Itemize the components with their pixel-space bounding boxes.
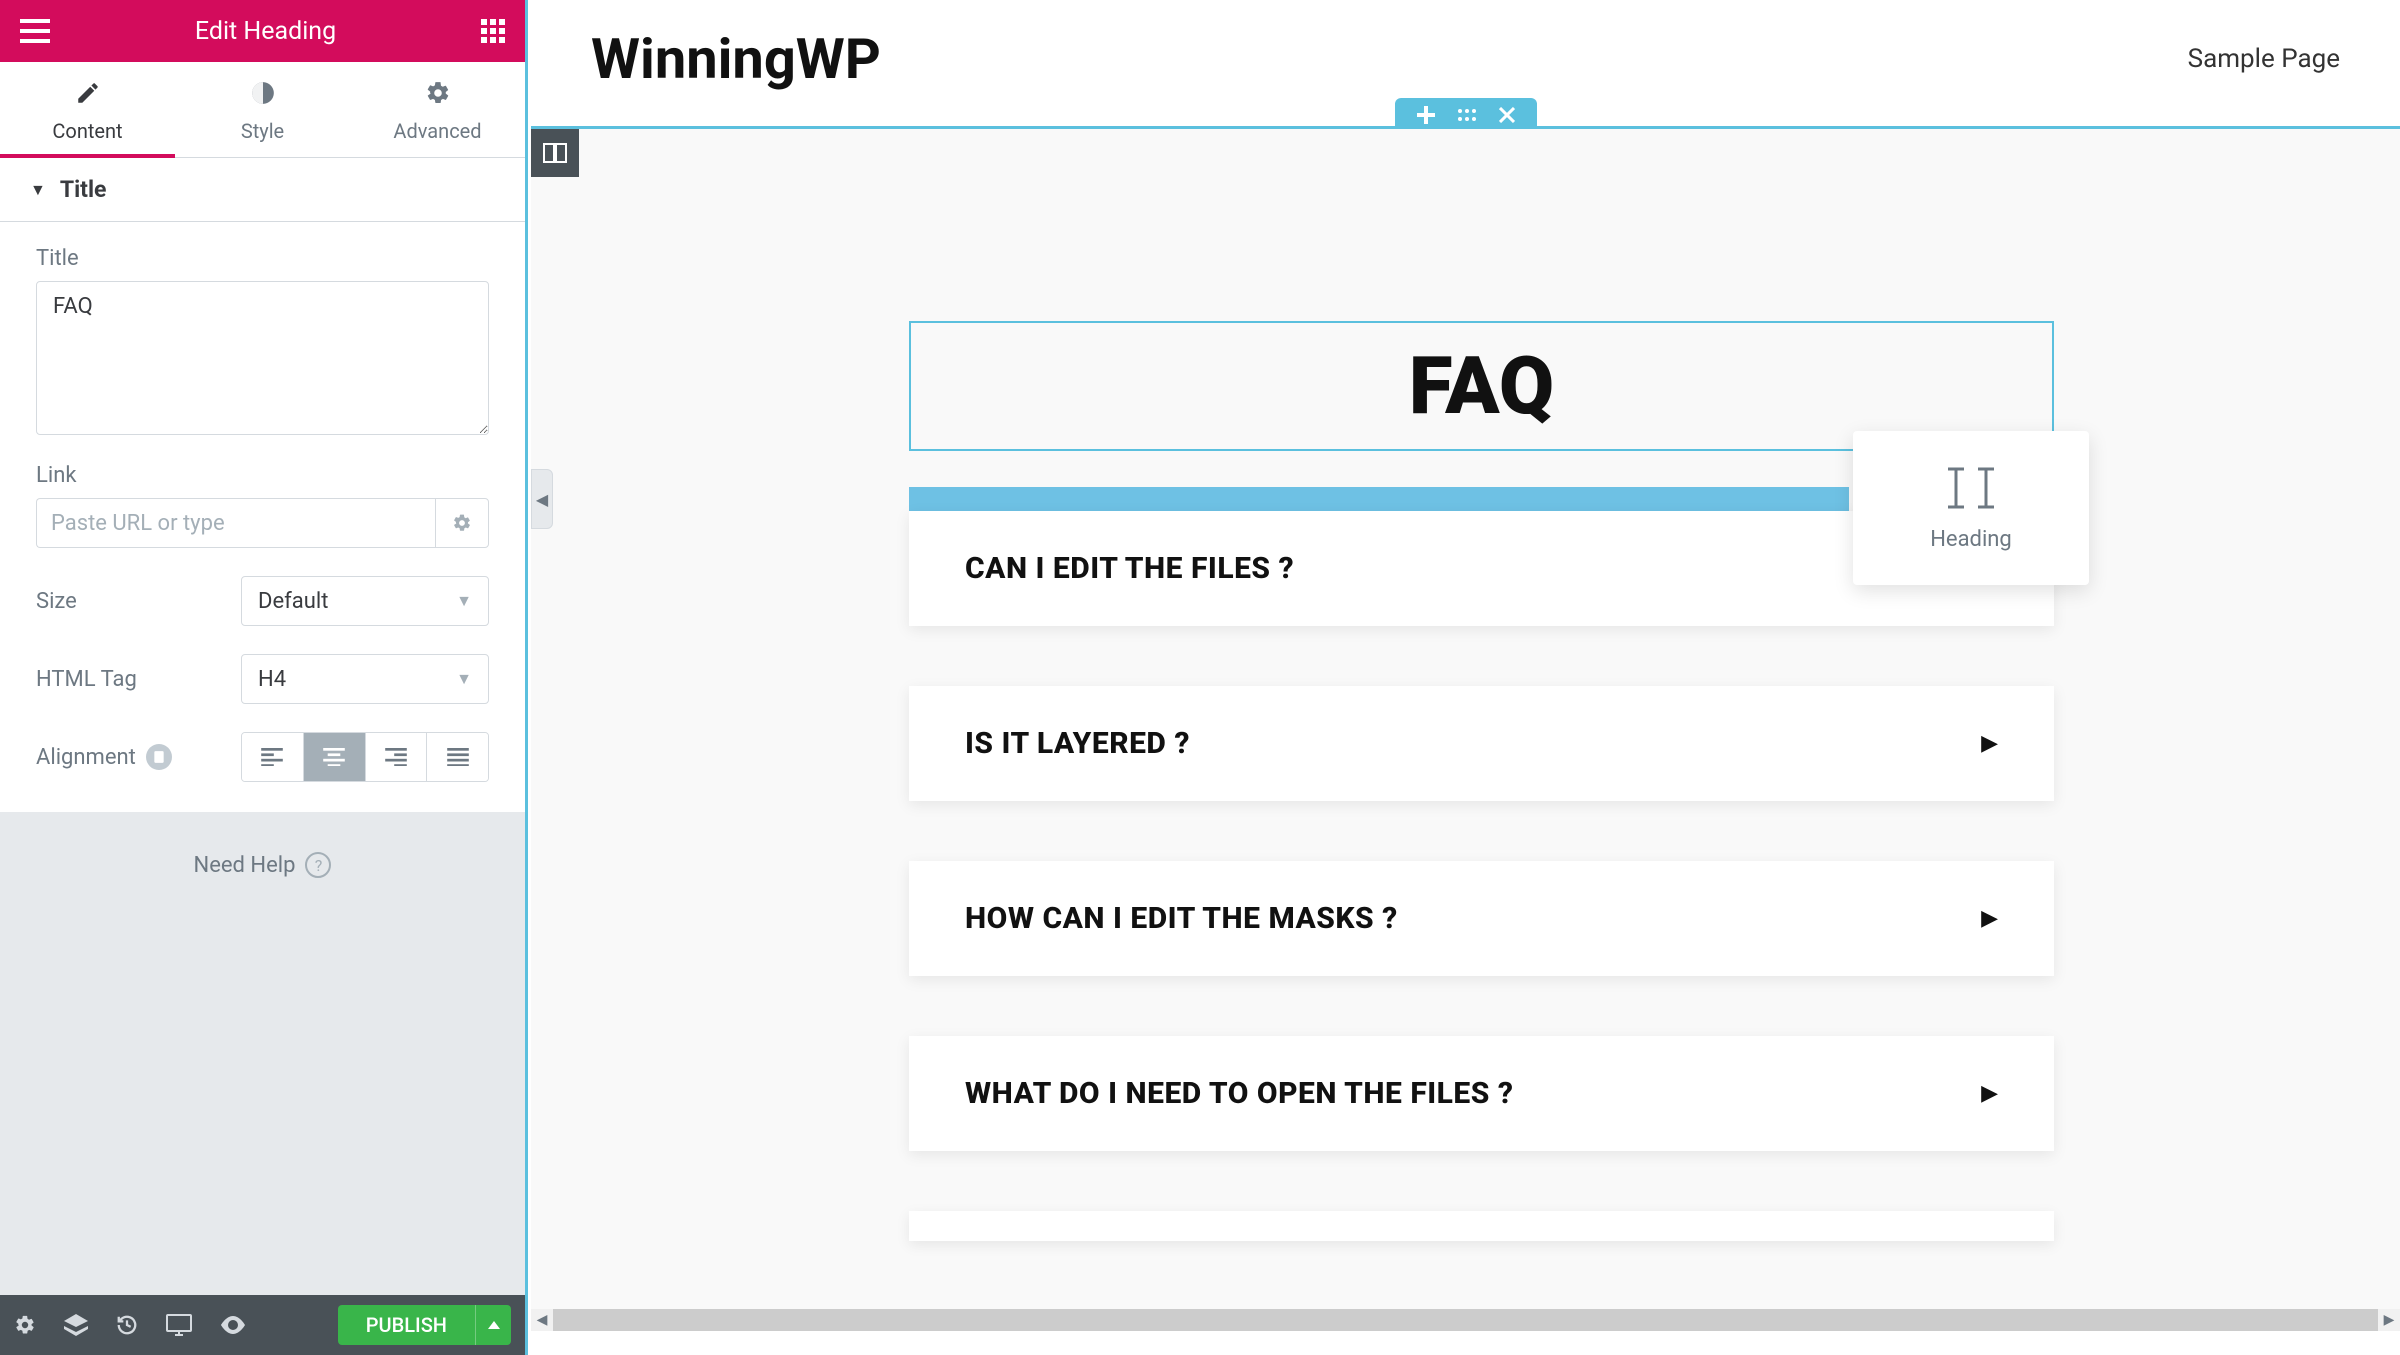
accordion-title: IS IT LAYERED ? (965, 726, 1190, 761)
alignment-label: Alignment (36, 745, 136, 770)
preview-area: WinningWP Sample Page ◀ FAQ CAN I EDIT T… (531, 0, 2400, 1355)
chevron-down-icon: ▼ (30, 180, 46, 200)
chevron-down-icon: ▼ (456, 669, 472, 689)
publish-options-button[interactable] (475, 1305, 511, 1345)
align-right-button[interactable] (366, 733, 428, 781)
preview-section: ◀ FAQ CAN I EDIT THE FILES ? IS IT LAYER… (531, 126, 2400, 1331)
navigator-icon[interactable] (64, 1314, 88, 1336)
need-help[interactable]: Need Help ? (0, 812, 525, 918)
sidebar-title: Edit Heading (50, 17, 481, 46)
edit-section-icon[interactable] (1457, 106, 1477, 124)
scroll-right-icon[interactable]: ▶ (2378, 1309, 2400, 1331)
sidebar-footer: PUBLISH (0, 1295, 525, 1355)
chevron-left-icon: ◀ (536, 490, 548, 509)
tab-content-label: Content (52, 119, 122, 143)
chevron-right-icon: ▶ (1981, 906, 1998, 931)
tab-advanced-label: Advanced (393, 119, 481, 143)
accordion-item[interactable]: HOW CAN I EDIT THE MASKS ? ▶ (909, 861, 2054, 976)
collapse-panel-handle[interactable]: ◀ (531, 469, 553, 529)
widgets-grid-icon[interactable] (481, 19, 505, 43)
horizontal-scrollbar[interactable]: ◀ ▶ (531, 1309, 2400, 1331)
accordion-item[interactable]: WHAT DO I NEED TO OPEN THE FILES ? ▶ (909, 1036, 2054, 1151)
controls: Title Link Size Default ▼ HTML Tag (0, 222, 525, 812)
menu-icon[interactable] (20, 19, 50, 43)
align-center-button[interactable] (304, 733, 366, 781)
title-label: Title (36, 246, 489, 271)
style-icon (175, 80, 350, 113)
accordion-list: CAN I EDIT THE FILES ? IS IT LAYERED ? ▶… (909, 511, 2054, 1241)
alignment-control: Alignment (36, 732, 489, 782)
settings-icon[interactable] (14, 1314, 36, 1336)
link-input[interactable] (36, 498, 435, 548)
column-handle[interactable] (531, 129, 579, 177)
drag-widget-label: Heading (1930, 527, 2012, 552)
publish-button[interactable]: PUBLISH (338, 1305, 475, 1345)
publish-button-group: PUBLISH (338, 1305, 511, 1345)
heading-icon (1942, 465, 2000, 511)
tab-advanced[interactable]: Advanced (350, 62, 525, 157)
scroll-left-icon[interactable]: ◀ (531, 1309, 553, 1331)
align-left-button[interactable] (242, 733, 304, 781)
add-section-icon[interactable] (1417, 106, 1435, 124)
size-control: Size Default ▼ (36, 576, 489, 626)
section-title: Title (60, 176, 107, 203)
preview-icon[interactable] (220, 1316, 246, 1334)
accent-bar (909, 487, 1849, 511)
tab-style[interactable]: Style (175, 62, 350, 157)
section-title-row[interactable]: ▼ Title (0, 158, 525, 222)
site-title: WinningWP (591, 26, 881, 92)
gear-icon (350, 80, 525, 113)
accordion-item[interactable]: IS IT LAYERED ? ▶ (909, 686, 2054, 801)
align-justify-button[interactable] (427, 733, 488, 781)
chevron-right-icon: ▶ (1981, 1081, 1998, 1106)
close-section-icon[interactable] (1499, 106, 1515, 124)
html-tag-control: HTML Tag H4 ▼ (36, 654, 489, 704)
link-settings-button[interactable] (435, 498, 489, 548)
faq-heading: FAQ (911, 339, 2052, 433)
heading-drag-widget[interactable]: Heading (1853, 431, 2089, 585)
link-control: Link (36, 463, 489, 548)
html-tag-label: HTML Tag (36, 667, 241, 692)
title-control: Title (36, 246, 489, 435)
accordion-title: HOW CAN I EDIT THE MASKS ? (965, 901, 1398, 936)
editor-tabs: Content Style Advanced (0, 62, 525, 158)
scroll-track[interactable] (553, 1309, 2378, 1331)
accordion-title: CAN I EDIT THE FILES ? (965, 551, 1294, 586)
size-label: Size (36, 589, 241, 614)
size-select[interactable]: Default ▼ (241, 576, 489, 626)
html-tag-select[interactable]: H4 ▼ (241, 654, 489, 704)
responsive-mode-icon[interactable] (166, 1314, 192, 1336)
pencil-icon (0, 80, 175, 113)
sidebar-header: Edit Heading (0, 0, 525, 62)
help-icon: ? (305, 852, 331, 878)
nav-link-sample-page[interactable]: Sample Page (2188, 44, 2340, 74)
size-value: Default (258, 589, 328, 614)
responsive-icon[interactable] (146, 744, 172, 770)
accordion-title: WHAT DO I NEED TO OPEN THE FILES ? (965, 1076, 1513, 1111)
chevron-right-icon: ▶ (1981, 731, 1998, 756)
accordion-item[interactable] (909, 1211, 2054, 1241)
need-help-label: Need Help (194, 853, 296, 878)
html-tag-value: H4 (258, 667, 286, 692)
tab-style-label: Style (241, 119, 284, 143)
chevron-down-icon: ▼ (456, 591, 472, 611)
gear-icon (452, 513, 472, 533)
alignment-group (241, 732, 489, 782)
link-label: Link (36, 463, 489, 488)
editor-sidebar: Edit Heading Content Style Advanced ▼ Ti… (0, 0, 528, 1355)
history-icon[interactable] (116, 1314, 138, 1336)
title-textarea[interactable] (36, 281, 489, 435)
tab-content[interactable]: Content (0, 62, 175, 157)
